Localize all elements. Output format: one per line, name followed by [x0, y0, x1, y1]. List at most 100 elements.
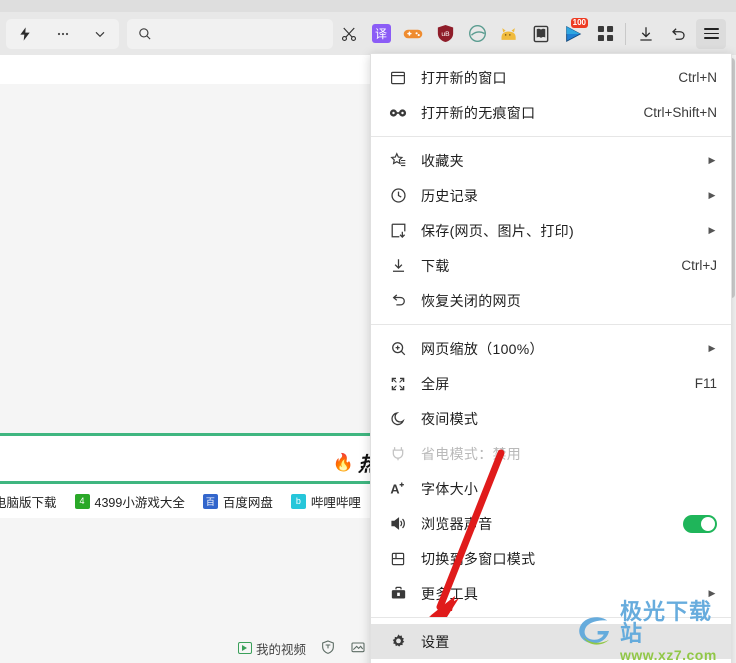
- gear-settings-icon: [387, 633, 409, 650]
- menu-item-power-saver: 省电模式：禁用: [371, 436, 731, 471]
- bookmark-item[interactable]: 电脑版下载: [0, 492, 57, 511]
- hamburger-bars: [703, 25, 719, 42]
- menu-hamburger-icon[interactable]: [696, 18, 726, 49]
- chevron-right-icon: ▶: [708, 155, 716, 165]
- new-window-icon: [387, 70, 409, 86]
- menu-item-new-incognito-window[interactable]: 打开新的无痕窗口 Ctrl+Shift+N: [371, 95, 731, 130]
- menu-item-label: 打开新的无痕窗口: [421, 104, 536, 121]
- browser-main-menu: 打开新的窗口 Ctrl+N 打开新的无痕窗口 Ctrl+Shift+N 收藏夹 …: [370, 53, 732, 663]
- shield-ub-icon[interactable]: uB: [429, 17, 461, 51]
- menu-item-favorites[interactable]: 收藏夹 ▶: [371, 143, 731, 178]
- book-icon[interactable]: [525, 17, 557, 51]
- menu-item-label: 历史记录: [421, 187, 479, 204]
- toolbar-divider: [625, 22, 626, 45]
- incognito-icon: [387, 107, 409, 119]
- site-4399-icon: 4: [74, 493, 90, 509]
- menu-item-page-zoom[interactable]: 网页缩放（100%） ▶: [371, 331, 731, 366]
- menu-item-label: 切换到多窗口模式: [421, 550, 536, 567]
- watermark: 极光下载站 www.xz7.com: [574, 600, 732, 662]
- watermark-text: 极光下载站 www.xz7.com: [620, 598, 732, 663]
- download-icon[interactable]: [630, 17, 662, 51]
- menu-item-label: 省电模式：禁用: [421, 445, 522, 462]
- bookmark-label: 哔哩哔哩: [310, 495, 361, 510]
- multi-window-icon: [387, 551, 409, 567]
- browser-ball-icon[interactable]: [461, 17, 493, 51]
- speaker-sound-icon: [387, 515, 409, 532]
- moon-night-icon: [387, 410, 409, 427]
- watermark-title: 极光下载站: [620, 598, 713, 646]
- search-input[interactable]: [160, 26, 321, 41]
- menu-item-label: 夜间模式: [421, 410, 479, 427]
- menu-item-history[interactable]: 历史记录 ▶: [371, 178, 731, 213]
- menu-item-accel: Ctrl+N: [678, 70, 717, 85]
- menu-item-restore-closed-tab[interactable]: 恢复关闭的网页: [371, 283, 731, 318]
- menu-item-label: 全屏: [421, 375, 450, 392]
- menu-item-accel: F11: [694, 376, 717, 391]
- zoom-in-icon: [387, 340, 409, 357]
- search-icon: [137, 26, 152, 41]
- menu-item-accel: Ctrl+J: [681, 258, 717, 273]
- browser-window: 🔥 热搜 电脑版下载 4 4399小游戏大全 百 百度网盘 b 哔哩哔哩: [0, 0, 736, 663]
- image-icon[interactable]: [350, 639, 366, 658]
- search-bar[interactable]: [127, 18, 333, 49]
- watermark-logo-icon: [579, 617, 609, 645]
- menu-item-label: 浏览器声音: [421, 515, 493, 532]
- grid-apps-icon[interactable]: [589, 17, 621, 51]
- extension-badge-count: 100: [570, 17, 588, 28]
- gamepad-icon[interactable]: [397, 17, 429, 51]
- bookmark-item[interactable]: 百 百度网盘: [202, 492, 273, 511]
- menu-separator: [371, 136, 731, 137]
- extensions-group: 译 uB 100: [333, 17, 736, 51]
- shield-icon[interactable]: [320, 639, 336, 658]
- chevron-right-icon: ▶: [708, 225, 716, 235]
- menu-item-downloads[interactable]: 下载 Ctrl+J: [371, 248, 731, 283]
- tab-strip-area: [0, 0, 736, 12]
- chevron-down-icon[interactable]: [86, 20, 114, 48]
- chevron-right-icon: ▶: [708, 588, 716, 598]
- chevron-right-icon: ▶: [708, 190, 716, 200]
- site-bilibili-icon: b: [290, 493, 306, 509]
- menu-item-label: 保存(网页、图片、打印): [421, 222, 574, 239]
- scissors-icon[interactable]: [333, 17, 365, 51]
- menu-item-accel: Ctrl+Shift+N: [643, 105, 717, 120]
- menu-item-label: 字体大小: [421, 480, 479, 497]
- menu-item-label: 网页缩放（100%）: [421, 340, 544, 357]
- menu-item-label: 下载: [421, 257, 450, 274]
- menu-item-browser-sound[interactable]: 浏览器声音: [371, 506, 731, 541]
- font-size-icon: A: [387, 480, 409, 497]
- menu-item-font-size[interactable]: A 字体大小: [371, 471, 731, 506]
- fullscreen-icon: [387, 376, 409, 392]
- browser-sound-toggle[interactable]: [683, 514, 717, 533]
- undo-icon[interactable]: [662, 17, 694, 51]
- bookmark-label: 百度网盘: [222, 495, 273, 510]
- menu-separator: [371, 324, 731, 325]
- menu-item-new-window[interactable]: 打开新的窗口 Ctrl+N: [371, 60, 731, 95]
- bookmark-label: 电脑版下载: [0, 495, 57, 510]
- star-favorites-icon: [387, 152, 409, 169]
- my-video-link[interactable]: 我的视频: [237, 639, 306, 658]
- menu-item-multi-window-mode[interactable]: 切换到多窗口模式: [371, 541, 731, 576]
- menu-item-night-mode[interactable]: 夜间模式: [371, 401, 731, 436]
- bookmark-item[interactable]: b 哔哩哔哩: [290, 492, 361, 511]
- menu-item-label: 恢复关闭的网页: [421, 292, 522, 309]
- save-page-icon: [387, 222, 409, 239]
- watermark-url: www.xz7.com: [620, 646, 717, 663]
- browser-toolbar: 译 uB 100: [0, 0, 736, 55]
- menu-item-save-page[interactable]: 保存(网页、图片、打印) ▶: [371, 213, 731, 248]
- toolbar-row: 译 uB 100: [0, 12, 736, 55]
- more-dots-icon[interactable]: [49, 20, 77, 48]
- lightning-icon[interactable]: [11, 20, 39, 48]
- translate-icon[interactable]: 译: [365, 17, 397, 51]
- restore-tab-icon: [387, 292, 409, 309]
- play-triangle-icon[interactable]: 100: [557, 17, 589, 51]
- bookmark-item[interactable]: 4 4399小游戏大全: [74, 492, 185, 511]
- flame-icon: 🔥: [332, 452, 354, 472]
- menu-item-fullscreen[interactable]: 全屏 F11: [371, 366, 731, 401]
- menu-item-label: 收藏夹: [421, 152, 464, 169]
- menu-item-label: 打开新的窗口: [421, 69, 507, 86]
- cat-icon[interactable]: [493, 17, 525, 51]
- site-baidu-icon: 百: [202, 493, 218, 509]
- toolbox-icon: [387, 586, 409, 601]
- toggle-knob: [701, 516, 715, 531]
- download-icon: [387, 257, 409, 274]
